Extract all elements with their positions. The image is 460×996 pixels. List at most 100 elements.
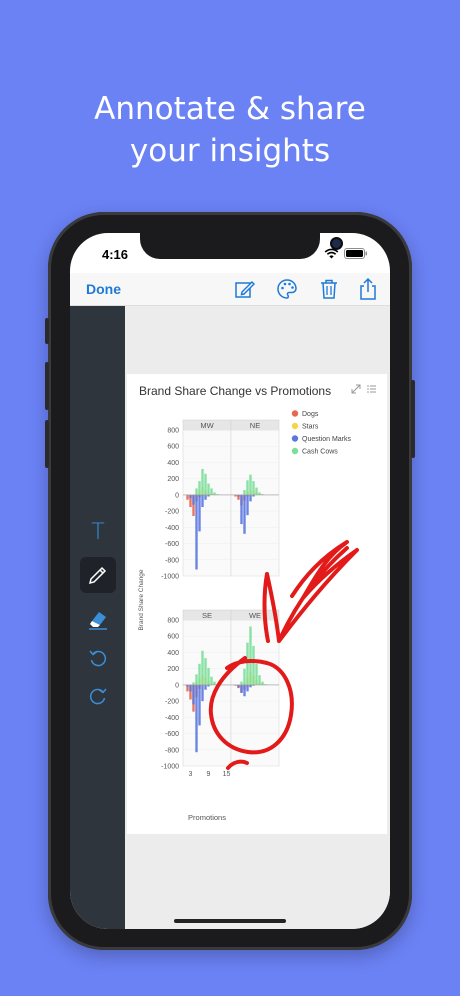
notch bbox=[140, 233, 341, 259]
undo-icon bbox=[89, 650, 107, 667]
panel-plot-ne bbox=[230, 429, 280, 577]
bar-cash-cows bbox=[213, 492, 216, 495]
y-tick-label: -1000 bbox=[161, 574, 179, 581]
bar-cash-cows bbox=[213, 681, 216, 685]
bar-cash-cows bbox=[243, 490, 246, 495]
x-tick-label: 9 bbox=[207, 771, 211, 778]
panel-plot-we bbox=[230, 619, 280, 767]
eraser-tool-button[interactable] bbox=[80, 601, 116, 637]
bar-question-marks bbox=[249, 494, 252, 502]
y-tick-label: -600 bbox=[165, 541, 179, 548]
y-tick-label: -200 bbox=[165, 509, 179, 516]
bar-question-marks bbox=[198, 494, 201, 532]
phone-screen: 4:16 Done T Brand Share Change vs Promot… bbox=[70, 233, 390, 929]
done-button[interactable]: Done bbox=[86, 281, 121, 297]
bar-cash-cows bbox=[198, 663, 201, 685]
bar-question-marks bbox=[249, 684, 252, 688]
bar-question-marks bbox=[204, 494, 207, 500]
bar-cash-cows bbox=[249, 626, 252, 685]
y-tick-label: 400 bbox=[167, 460, 179, 467]
legend-swatch bbox=[291, 435, 299, 442]
bar-cash-cows bbox=[204, 473, 207, 495]
bar-cash-cows bbox=[255, 663, 258, 685]
annotation-sidebar: T bbox=[70, 306, 125, 929]
bar-cash-cows bbox=[195, 674, 198, 685]
bar-cash-cows bbox=[207, 483, 210, 495]
text-tool-button[interactable]: T bbox=[80, 514, 116, 550]
bar-question-marks bbox=[243, 494, 246, 534]
y-tick-label: 800 bbox=[167, 618, 179, 625]
bar-cash-cows bbox=[240, 681, 243, 685]
headline: Annotate & share your insights bbox=[0, 88, 460, 172]
panel-label: MW bbox=[200, 421, 214, 430]
undo-button[interactable] bbox=[80, 640, 116, 676]
y-tick-label: 600 bbox=[167, 444, 179, 451]
y-tick-label: 0 bbox=[175, 492, 179, 499]
bar-cash-cows bbox=[204, 658, 207, 685]
eraser-icon bbox=[89, 612, 107, 630]
bar-question-marks bbox=[237, 684, 240, 688]
y-tick-label: 200 bbox=[167, 476, 179, 483]
mute-switch bbox=[45, 318, 49, 344]
bar-question-marks bbox=[198, 684, 201, 726]
compose-icon[interactable] bbox=[233, 277, 257, 301]
legend-label: Cash Cows bbox=[302, 449, 338, 456]
bar-question-marks bbox=[189, 494, 192, 499]
bar-question-marks bbox=[201, 494, 204, 508]
y-tick-label: -400 bbox=[165, 715, 179, 722]
bar-question-marks bbox=[240, 684, 243, 693]
bar-cash-cows bbox=[243, 668, 246, 685]
pen-tool-button[interactable] bbox=[80, 557, 116, 593]
bar-question-marks bbox=[204, 684, 207, 690]
y-tick-label: -800 bbox=[165, 557, 179, 564]
bar-cash-cows bbox=[255, 487, 258, 495]
redo-button[interactable] bbox=[80, 678, 116, 714]
pen-icon bbox=[88, 566, 107, 585]
y-tick-label: 200 bbox=[167, 666, 179, 673]
y-tick-label: -800 bbox=[165, 747, 179, 754]
power-button bbox=[411, 380, 415, 458]
bar-dogs bbox=[186, 494, 189, 500]
bar-question-marks bbox=[246, 684, 249, 692]
legend-swatch bbox=[291, 410, 299, 417]
y-tick-label: -600 bbox=[165, 731, 179, 738]
bar-question-marks bbox=[195, 684, 198, 753]
legend-swatch bbox=[291, 422, 299, 430]
bar-cash-cows bbox=[249, 474, 252, 495]
chart-card[interactable]: Brand Share Change vs Promotions MW 800 60… bbox=[127, 374, 387, 834]
bar-question-marks bbox=[195, 494, 198, 570]
bar-cash-cows bbox=[258, 492, 261, 495]
bar-cash-cows bbox=[201, 650, 204, 685]
status-time: 4:16 bbox=[102, 247, 129, 262]
panel-label: SE bbox=[202, 611, 212, 620]
y-tick-label: -400 bbox=[165, 525, 179, 532]
bar-cash-cows bbox=[258, 675, 261, 685]
palette-icon[interactable] bbox=[275, 277, 299, 301]
bar-question-marks bbox=[192, 684, 195, 705]
bar-question-marks bbox=[189, 684, 192, 692]
bar-cash-cows bbox=[201, 468, 204, 495]
legend-swatch bbox=[291, 447, 299, 455]
bar-cash-cows bbox=[207, 667, 210, 685]
brand-share-chart: MW 800 600 400 200 0 -200 -400 -600 -800 -1000 NE SE… bbox=[138, 410, 352, 822]
bar-question-marks bbox=[201, 684, 204, 702]
y-tick-label: 400 bbox=[167, 650, 179, 657]
bar-cash-cows bbox=[252, 645, 255, 685]
text-tool-icon: T bbox=[91, 519, 105, 545]
headline-line-1: Annotate & share bbox=[94, 91, 366, 127]
bar-question-marks bbox=[243, 684, 246, 697]
share-icon[interactable] bbox=[356, 277, 380, 301]
y-tick-label: 600 bbox=[167, 634, 179, 641]
x-tick-label: 15 bbox=[223, 771, 231, 778]
editor-toolbar: Done bbox=[70, 273, 390, 306]
bar-cash-cows bbox=[246, 480, 249, 495]
panel-label: NE bbox=[250, 421, 260, 430]
y-tick-label: -200 bbox=[165, 699, 179, 706]
bar-cash-cows bbox=[252, 481, 255, 495]
volume-up-button bbox=[45, 362, 49, 410]
canvas-area[interactable]: Brand Share Change vs Promotions MW 800 60… bbox=[125, 306, 390, 929]
trash-icon[interactable] bbox=[317, 277, 341, 301]
bar-question-marks bbox=[192, 494, 195, 505]
bar-question-marks bbox=[246, 494, 249, 516]
y-tick-label: 800 bbox=[167, 428, 179, 435]
